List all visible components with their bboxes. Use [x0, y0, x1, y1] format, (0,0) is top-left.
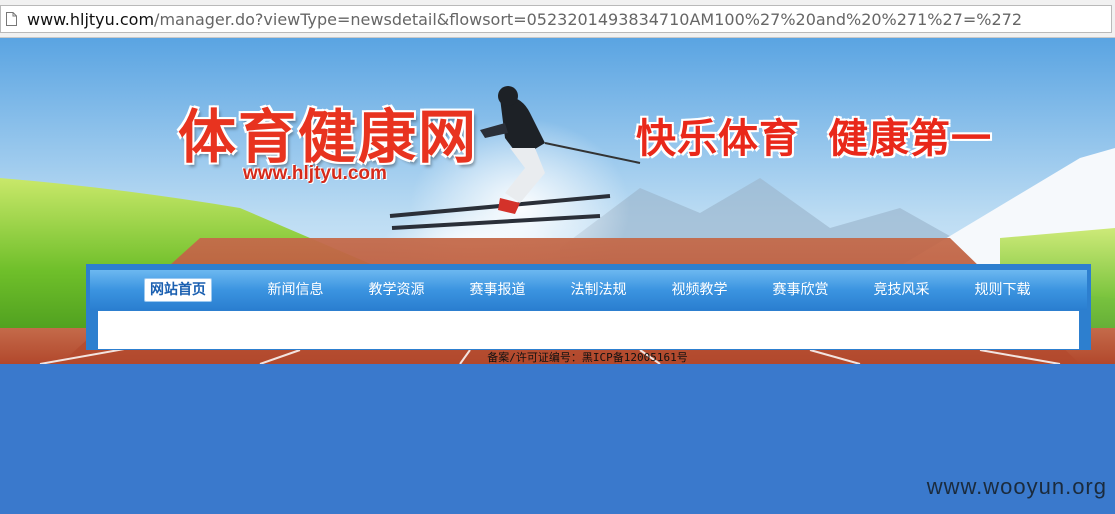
nav-item-teaching-resources[interactable]: 教学资源 — [346, 278, 447, 302]
site-slogan: 快乐体育 健康第一 — [636, 106, 992, 164]
page-icon — [6, 12, 17, 26]
browser-address-bar: www.hljtyu.com/manager.do?viewType=newsd… — [0, 0, 1115, 38]
nav-list: 网站首页 新闻信息 教学资源 赛事报道 法制法规 视频教学 赛事欣赏 竞技风采 … — [143, 278, 1053, 302]
nav-item-event-appreciation[interactable]: 赛事欣赏 — [750, 278, 851, 302]
icp-license: 备案/许可证编号：黑ICP备12005161号 — [487, 351, 688, 364]
main-navigation: 网站首页 新闻信息 教学资源 赛事报道 法制法规 视频教学 赛事欣赏 竞技风采 … — [90, 270, 1087, 310]
site-domain: www.hljtyu.com — [243, 163, 387, 184]
nav-item-rules-download[interactable]: 规则下载 — [952, 278, 1053, 302]
watermark: www.wooyun.org — [926, 474, 1107, 499]
site-title: 体育健康网 — [178, 103, 479, 171]
nav-item-home[interactable]: 网站首页 — [144, 278, 212, 302]
nav-item-news[interactable]: 新闻信息 — [245, 278, 346, 302]
content-panel — [98, 311, 1079, 349]
url-field[interactable]: www.hljtyu.com/manager.do?viewType=newsd… — [0, 5, 1112, 33]
url-host: www.hljtyu.com — [27, 10, 155, 29]
nav-item-competition[interactable]: 竞技风采 — [851, 278, 952, 302]
nav-item-event-reports[interactable]: 赛事报道 — [447, 278, 548, 302]
slogan-part-2: 健康第一 — [828, 116, 992, 162]
nav-item-video-teaching[interactable]: 视频教学 — [649, 278, 750, 302]
slogan-part-1: 快乐体育 — [636, 116, 800, 162]
nav-item-laws[interactable]: 法制法规 — [548, 278, 649, 302]
url-text: www.hljtyu.com/manager.do?viewType=newsd… — [27, 10, 1022, 29]
url-path: /manager.do?viewType=newsdetail&flowsort… — [154, 10, 1022, 29]
